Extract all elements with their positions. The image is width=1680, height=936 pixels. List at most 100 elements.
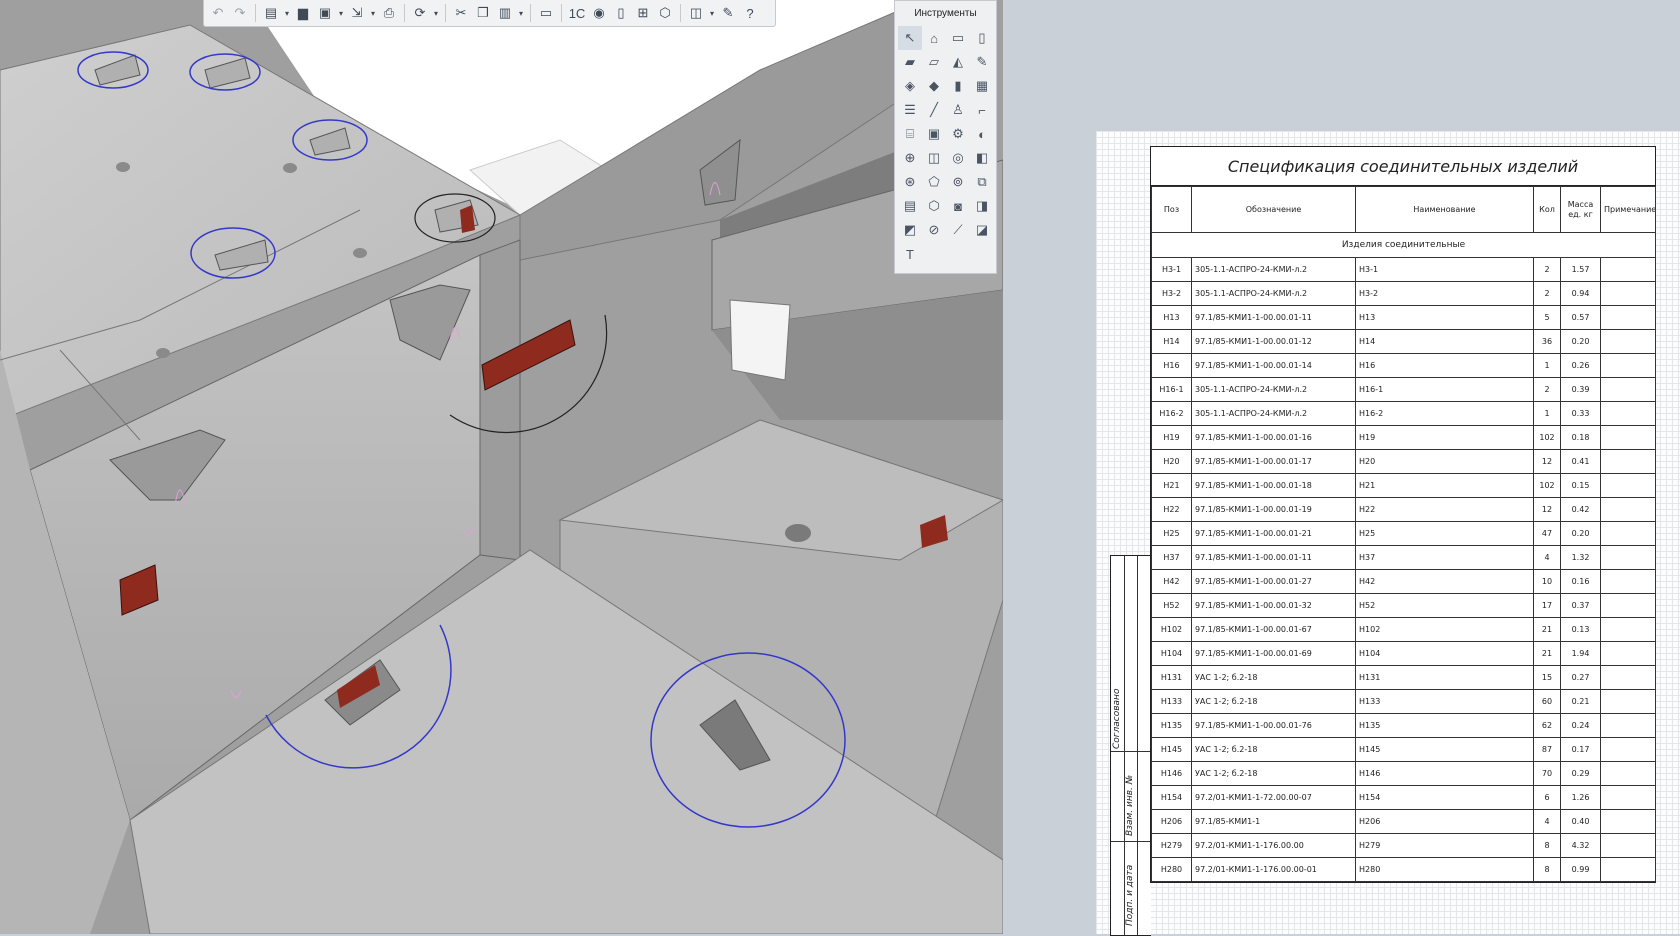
- mesh-tool-icon[interactable]: ⊕: [898, 146, 922, 170]
- slab-tool-icon[interactable]: ▰: [898, 50, 922, 74]
- model-scene[interactable]: [0, 0, 1003, 934]
- cabinet-tool-icon[interactable]: ▤: [898, 194, 922, 218]
- view-rotate-icon[interactable]: ⟳: [410, 3, 430, 23]
- copy-icon[interactable]: ❐: [473, 3, 493, 23]
- dropdown-arrow-icon[interactable]: ▾: [708, 9, 716, 18]
- toolbar-separator: [255, 4, 256, 22]
- cell-pos: Н52: [1151, 593, 1192, 618]
- opening-tool-icon[interactable]: ▣: [922, 122, 946, 146]
- tools-panel-title: Инструменты: [914, 8, 977, 19]
- camera-tool-icon[interactable]: ◙: [946, 194, 970, 218]
- cell-note: [1600, 473, 1656, 498]
- door-tool-icon[interactable]: ▮: [946, 74, 970, 98]
- cell-pos: Н131: [1151, 665, 1192, 690]
- print-icon[interactable]: ⎙: [379, 3, 399, 23]
- cell-pos: Н42: [1151, 569, 1192, 594]
- cell-designation: УАС 1-2; б.2-18: [1191, 737, 1356, 762]
- dropdown-arrow-icon[interactable]: ▾: [432, 9, 440, 18]
- section-tool-icon[interactable]: ⊘: [922, 218, 946, 242]
- cell-note: [1600, 617, 1656, 642]
- settings-wrench-icon[interactable]: ✎: [718, 3, 738, 23]
- surface-tool-icon[interactable]: ◎: [946, 146, 970, 170]
- equipment-tool-icon[interactable]: ⚙: [946, 122, 970, 146]
- cell-qty: 17: [1533, 593, 1561, 618]
- cell-mass: 1.32: [1560, 545, 1601, 570]
- table-row: Н19 97.1/85-КМИ1-1-00.00.01-16 Н19 102 0.18: [1151, 425, 1656, 450]
- cell-note: [1600, 833, 1656, 858]
- room-tool-icon[interactable]: ◫: [922, 146, 946, 170]
- zone-tool-icon[interactable]: ◨: [970, 194, 994, 218]
- dropdown-arrow-icon[interactable]: ▾: [337, 9, 345, 18]
- shell-tool-icon[interactable]: ⬠: [922, 170, 946, 194]
- toolbar-separator: [561, 4, 562, 22]
- cell-note: [1600, 425, 1656, 450]
- drawing-sheet[interactable]: Согласовано Взам. инв. № Подп. и дата Сп…: [1096, 131, 1680, 936]
- undo-icon[interactable]: ↶: [208, 3, 228, 23]
- cut-icon[interactable]: ✂: [451, 3, 471, 23]
- structure-tree-icon[interactable]: ⊞: [633, 3, 653, 23]
- tank-tool-icon[interactable]: ⊚: [946, 170, 970, 194]
- open-folder-icon[interactable]: ▆: [293, 3, 313, 23]
- dropdown-arrow-icon[interactable]: ▾: [283, 9, 291, 18]
- plate-tool-icon[interactable]: ◆: [922, 74, 946, 98]
- cell-designation: 97.2/01-КМИ1-1-176.00.00: [1191, 833, 1356, 858]
- cell-qty: 4: [1533, 545, 1561, 570]
- cell-qty: 2: [1533, 281, 1561, 306]
- cell-pos: Н22: [1151, 497, 1192, 522]
- new-document-icon[interactable]: ▤: [261, 3, 281, 23]
- cell-pos: Н16: [1151, 353, 1192, 378]
- beam-tool-icon[interactable]: ▱: [922, 50, 946, 74]
- spec-header-row: Поз Обозначение Наименование Кол Масса е…: [1151, 186, 1656, 233]
- rectangle-tool-icon[interactable]: ▭: [946, 26, 970, 50]
- wall-tool-icon[interactable]: ⌂: [922, 26, 946, 50]
- cell-name: Н131: [1355, 665, 1534, 690]
- stair-tool-icon[interactable]: ⌸: [898, 122, 922, 146]
- cell-qty: 70: [1533, 761, 1561, 786]
- col-header-qty: Кол: [1533, 186, 1561, 233]
- render-icon[interactable]: ◉: [589, 3, 609, 23]
- help-icon[interactable]: ?: [740, 3, 760, 23]
- cell-qty: 4: [1533, 809, 1561, 834]
- assembly-tool-icon[interactable]: ⊛: [898, 170, 922, 194]
- table-row: Н22 97.1/85-КМИ1-1-00.00.01-19 Н22 12 0.42: [1151, 497, 1656, 522]
- object-tool-icon[interactable]: ◧: [970, 146, 994, 170]
- cell-mass: 0.18: [1560, 425, 1601, 450]
- panel-tool-icon[interactable]: ◈: [898, 74, 922, 98]
- solid-tool-icon[interactable]: ⬡: [922, 194, 946, 218]
- column-tool-icon[interactable]: ▯: [970, 26, 994, 50]
- format-brush-icon[interactable]: ▭: [536, 3, 556, 23]
- hatch-tool-icon[interactable]: ◪: [970, 218, 994, 242]
- cell-qty: 21: [1533, 641, 1561, 666]
- railing-tool-icon[interactable]: ☰: [898, 98, 922, 122]
- cell-qty: 10: [1533, 569, 1561, 594]
- export-icon[interactable]: ⇲: [347, 3, 367, 23]
- cell-pos: Н21: [1151, 473, 1192, 498]
- redo-icon[interactable]: ↷: [230, 3, 250, 23]
- line-tool-icon[interactable]: ╱: [922, 98, 946, 122]
- dropdown-arrow-icon[interactable]: ▾: [517, 9, 525, 18]
- pencil-tool-icon[interactable]: ✎: [970, 50, 994, 74]
- text-tool-icon[interactable]: T: [898, 242, 922, 266]
- pipe-tool-icon[interactable]: ⌐: [970, 98, 994, 122]
- paste-icon[interactable]: ▥: [495, 3, 515, 23]
- cube-tool-icon[interactable]: ⧉: [970, 170, 994, 194]
- select-arrow-icon[interactable]: ↖: [898, 26, 922, 50]
- layers-icon[interactable]: ◫: [686, 3, 706, 23]
- detail-tool-icon[interactable]: ◩: [898, 218, 922, 242]
- properties-icon[interactable]: ▯: [611, 3, 631, 23]
- cell-note: [1600, 377, 1656, 402]
- save-icon[interactable]: ▣: [315, 3, 335, 23]
- 1c-icon[interactable]: 1С: [567, 3, 587, 23]
- cell-name: Н135: [1355, 713, 1534, 738]
- fixture-tool-icon[interactable]: ♙: [946, 98, 970, 122]
- table-row: Н131 УАС 1-2; б.2-18 Н131 15 0.27: [1151, 665, 1656, 690]
- cell-designation: 97.1/85-КМИ1-1-00.00.01-69: [1191, 641, 1356, 666]
- model-3d-icon[interactable]: ⬡: [655, 3, 675, 23]
- roof-tool-icon[interactable]: ◭: [946, 50, 970, 74]
- window-tool-icon[interactable]: ▦: [970, 74, 994, 98]
- 3d-viewport[interactable]: ↶ ↷ ▤ ▾ ▆ ▣ ▾ ⇲ ▾ ⎙ ⟳ ▾ ✂ ❐ ▥ ▾ ▭ 1С ◉ ▯ ⊞ ⬡ ◫ ▾ ✎? Инструменты …: [0, 0, 1003, 934]
- duct-tool-icon[interactable]: ◐: [970, 122, 994, 146]
- cell-designation: 97.1/85-КМИ1-1-00.00.01-14: [1191, 353, 1356, 378]
- dimension-tool-icon[interactable]: ⟋: [946, 218, 970, 242]
- dropdown-arrow-icon[interactable]: ▾: [369, 9, 377, 18]
